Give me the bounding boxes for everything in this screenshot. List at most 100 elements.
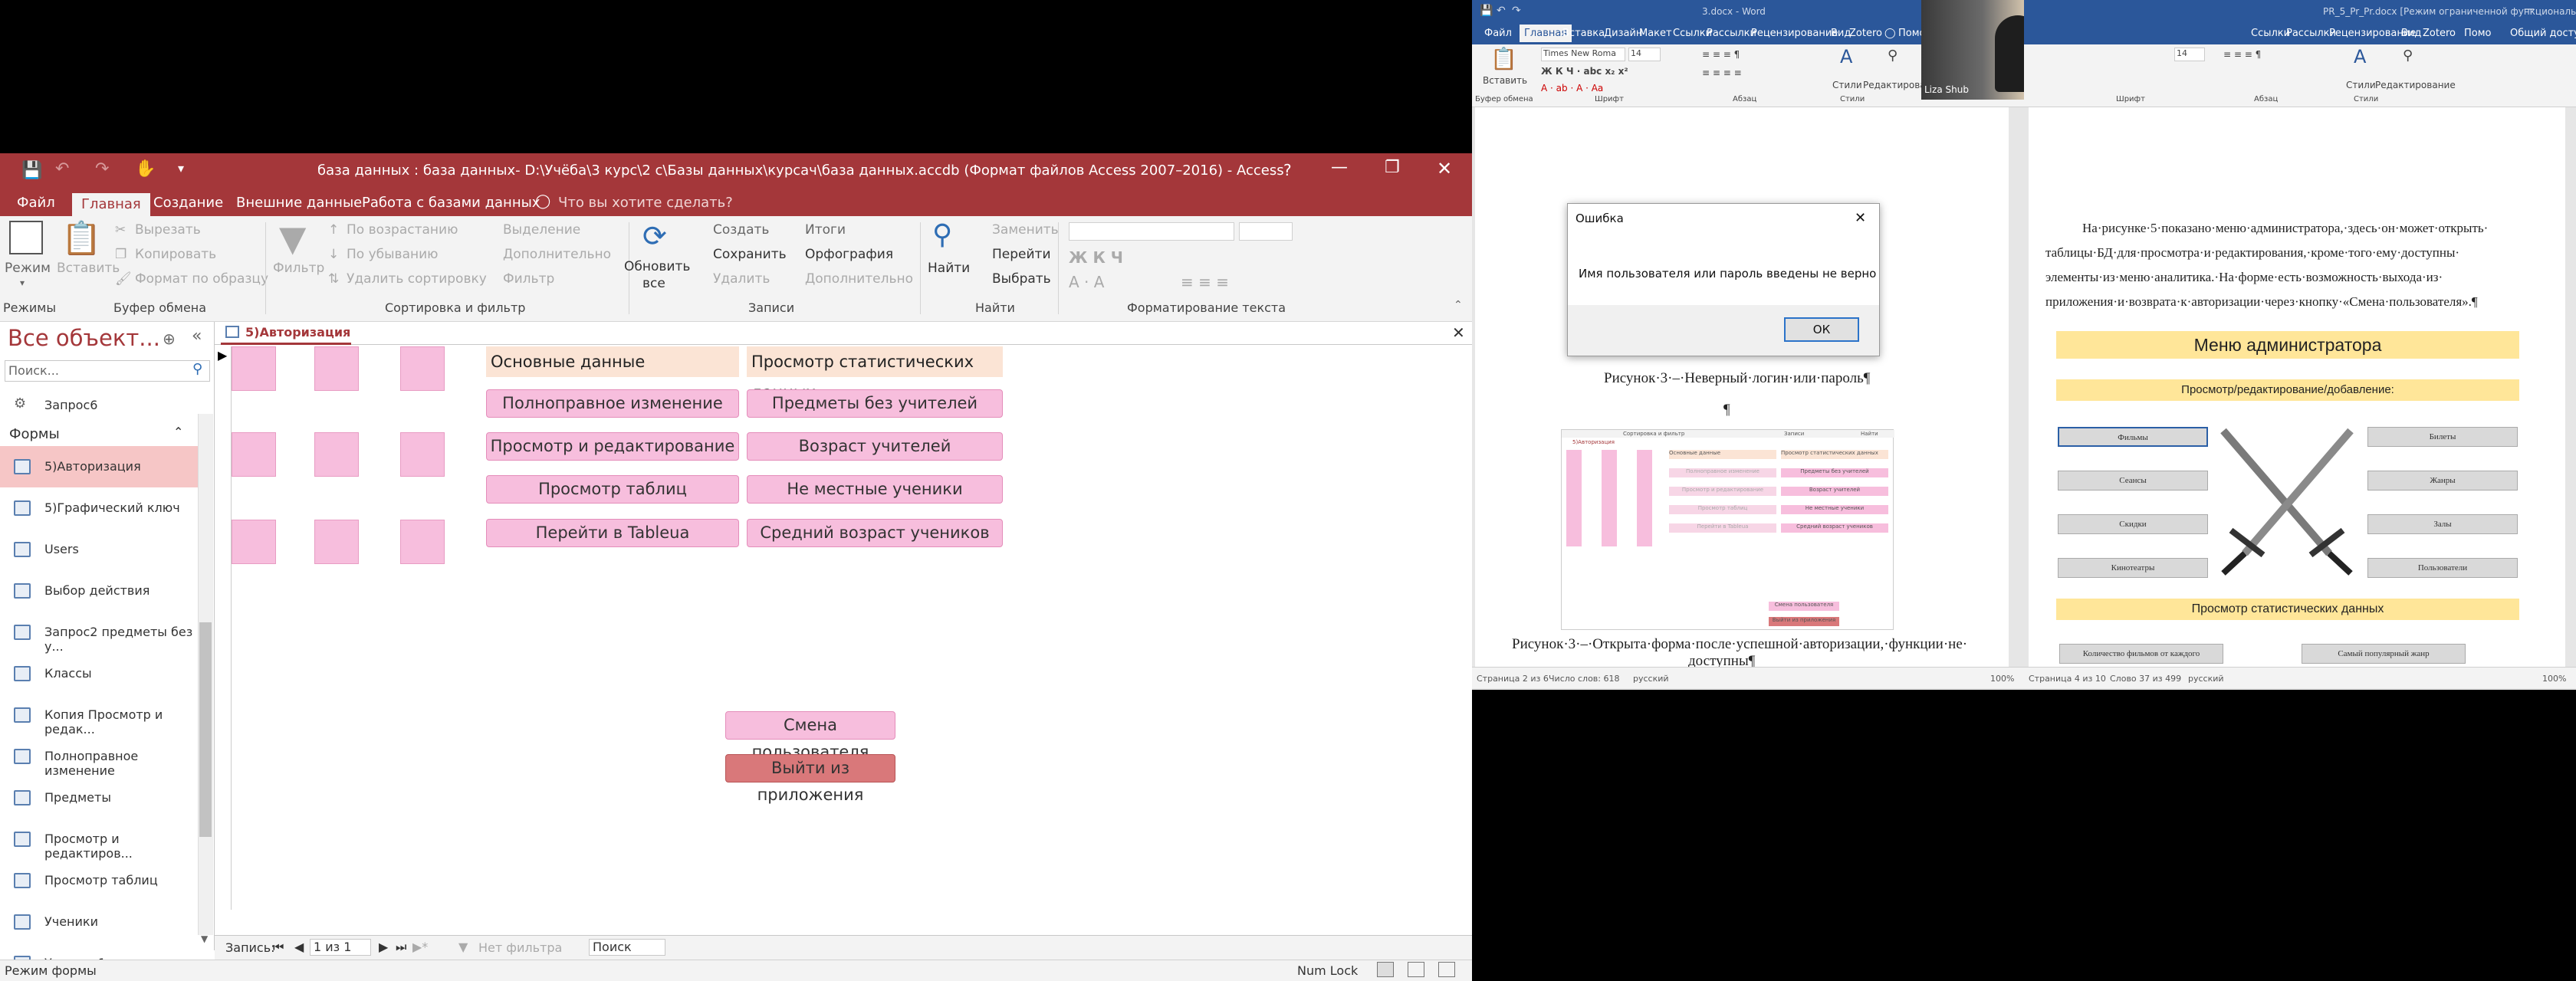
close-form-icon[interactable]: ✕: [1452, 323, 1465, 342]
font-name-combo[interactable]: Times New Roma: [1541, 48, 1625, 61]
more-records-button[interactable]: Дополнительно: [805, 271, 913, 287]
tab-file[interactable]: Файл: [17, 195, 55, 211]
tab-external-data[interactable]: Внешние данные: [236, 195, 362, 211]
close-icon[interactable]: ✕: [1437, 158, 1452, 179]
tell-me-input[interactable]: Помо: [2464, 28, 2492, 39]
tab-design[interactable]: Дизайн: [1604, 28, 1642, 39]
font-size-combo[interactable]: 14: [1628, 48, 1661, 61]
pattern-cell[interactable]: [400, 346, 445, 391]
spelling-button[interactable]: Орфография: [805, 247, 893, 262]
styles-button[interactable]: Стили: [2346, 80, 2376, 90]
color-icons[interactable]: A · ab · A · Aa: [1541, 83, 1603, 94]
save-icon[interactable]: 💾: [1480, 5, 1493, 17]
exit-app-button[interactable]: Выйти из приложения: [725, 754, 895, 804]
tab-database-tools[interactable]: Работа с базами данных: [362, 195, 540, 211]
form-view-icon[interactable]: [1377, 962, 1394, 977]
bold-italic-underline-icons[interactable]: Ж К Ч: [1069, 248, 1123, 267]
nav-search-input[interactable]: Поиск...: [8, 363, 59, 378]
sort-ascending-button[interactable]: По возрастанию: [347, 222, 458, 238]
redo-icon[interactable]: ↷: [95, 159, 109, 179]
nav-pane-header[interactable]: Все объект... ⊕ «: [0, 322, 215, 359]
nav-item-form[interactable]: Копия Просмотр и редак...: [0, 694, 198, 737]
nav-search-box[interactable]: Поиск... ⚲: [5, 360, 210, 382]
view-tables-button[interactable]: Просмотр таблиц: [486, 475, 739, 504]
format-icons[interactable]: Ж К Ч · abc x₂ x²: [1541, 66, 1628, 77]
dialog-close-button[interactable]: ✕: [1855, 210, 1866, 226]
find-button[interactable]: Найти: [928, 261, 970, 276]
pattern-cell[interactable]: [232, 346, 276, 391]
full-edit-button[interactable]: Полноправное изменение: [486, 389, 739, 418]
chevron-down-icon[interactable]: ⊕: [163, 330, 176, 348]
doc-tab-authorization[interactable]: 5)Авторизация: [221, 322, 351, 345]
tab-create[interactable]: Создание: [153, 195, 223, 211]
nav-item-form[interactable]: 5)Авторизация: [0, 446, 198, 487]
pattern-cell[interactable]: [400, 520, 445, 564]
tableau-button[interactable]: Перейти в Tableua: [486, 519, 739, 547]
totals-button[interactable]: Итоги: [805, 222, 846, 238]
teachers-age-button[interactable]: Возраст учителей: [747, 432, 1003, 461]
replace-button[interactable]: Заменить: [992, 222, 1059, 238]
collapse-pane-icon[interactable]: «: [192, 326, 202, 346]
scroll-down-icon[interactable]: ▼: [201, 933, 208, 944]
nav-pane-title[interactable]: Все объект...: [8, 325, 160, 351]
next-record-icon[interactable]: ▶: [379, 940, 388, 954]
pattern-cell[interactable]: [232, 520, 276, 564]
view-edit-button[interactable]: Просмотр и редактирование: [486, 432, 739, 461]
pattern-cell[interactable]: [314, 432, 359, 477]
nav-section-forms[interactable]: Формы ⌃: [0, 423, 198, 446]
tab-file[interactable]: Файл: [1484, 28, 1512, 39]
font-name-combo[interactable]: [1069, 222, 1234, 241]
font-size-combo[interactable]: 14: [2174, 48, 2205, 61]
tab-home[interactable]: Главная: [72, 193, 150, 217]
nonlocal-students-button[interactable]: Не местные ученики: [747, 475, 1003, 504]
save-record-button[interactable]: Сохранить: [713, 247, 787, 262]
nav-item-form[interactable]: Ученики: [0, 901, 198, 943]
scrollbar-thumb[interactable]: [199, 622, 212, 837]
select-button[interactable]: Выбрать: [992, 271, 1051, 287]
styles-icon[interactable]: A: [1840, 46, 1852, 67]
view-icon[interactable]: [9, 221, 43, 254]
paste-button[interactable]: Вставить: [57, 261, 120, 276]
pattern-cell[interactable]: [314, 520, 359, 564]
customize-qat-icon[interactable]: ▾: [178, 161, 184, 176]
share-button[interactable]: Общий доступ: [2510, 28, 2576, 39]
nav-item-query[interactable]: ⚙ Запрос6: [0, 385, 198, 426]
nav-item-form[interactable]: Users: [0, 529, 198, 570]
filter-button[interactable]: Фильтр: [273, 261, 324, 276]
sort-descending-button[interactable]: По убыванию: [347, 247, 438, 262]
collapse-section-icon[interactable]: ⌃: [173, 425, 183, 439]
tab-review[interactable]: Рецензирование: [1751, 28, 1838, 39]
font-color-icons[interactable]: A · A: [1069, 273, 1104, 291]
new-record-icon[interactable]: ▶*: [412, 940, 428, 954]
goto-button[interactable]: Перейти: [992, 247, 1051, 262]
refresh-all-button[interactable]: Обновить: [624, 259, 690, 274]
first-record-icon[interactable]: ⏮: [273, 940, 284, 955]
save-icon[interactable]: 💾: [21, 161, 42, 180]
record-search-input[interactable]: Поиск: [589, 939, 665, 956]
selection-button[interactable]: Выделение: [503, 222, 580, 238]
tab-review[interactable]: Рецензирование: [2329, 28, 2416, 39]
tab-view[interactable]: Вид: [1831, 28, 1851, 39]
undo-icon[interactable]: ↶: [1497, 5, 1506, 17]
remove-sort-button[interactable]: Удалить сортировку: [347, 271, 487, 287]
toggle-filter-button[interactable]: Фильтр: [503, 271, 554, 287]
layout-view-icon[interactable]: [1408, 962, 1424, 977]
collapse-ribbon-icon[interactable]: ⌃: [1454, 299, 1463, 311]
nav-item-form[interactable]: Выбор действия: [0, 570, 198, 612]
styles-icon[interactable]: A: [2354, 46, 2366, 67]
styles-button[interactable]: Стили: [1832, 80, 1862, 90]
filter-status[interactable]: Нет фильтра: [478, 940, 562, 955]
format-painter-button[interactable]: Формат по образцу: [135, 271, 268, 287]
tab-mailings[interactable]: Рассылки: [2286, 28, 2336, 39]
nav-item-form[interactable]: Просмотр и редактиров...: [0, 819, 198, 861]
dialog-ok-button[interactable]: ОК: [1784, 317, 1859, 342]
delete-record-button[interactable]: Удалить: [713, 271, 770, 287]
paragraph-icons[interactable]: ≡ ≡ ≡ ¶: [2223, 49, 2261, 60]
tell-me-input[interactable]: Что вы хотите сделать?: [558, 195, 733, 211]
align-icons[interactable]: ≡ ≡ ≡ ≡: [1702, 67, 1742, 78]
subjects-without-teachers-button[interactable]: Предметы без учителей: [747, 389, 1003, 418]
copy-button[interactable]: Копировать: [135, 247, 216, 262]
find-icon[interactable]: ⚲: [1888, 48, 1898, 64]
find-icon[interactable]: ⚲: [2403, 48, 2413, 64]
tab-insert[interactable]: Вставка: [1562, 28, 1605, 39]
